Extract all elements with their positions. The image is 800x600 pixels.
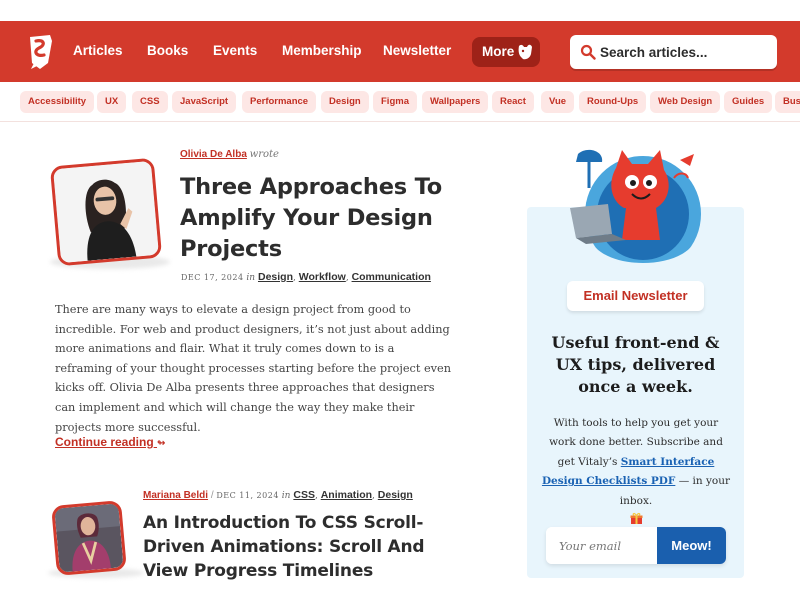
mascot-cat-illustration-icon	[570, 149, 701, 272]
article-2-title-line: View Progress Timelines	[143, 561, 374, 581]
category-link-communication[interactable]: Communication	[352, 271, 431, 283]
email-newsletter-badge[interactable]: Email Newsletter	[567, 281, 704, 311]
byline-separator: /	[210, 490, 214, 501]
tag-wallpapers[interactable]: Wallpapers	[422, 91, 489, 113]
article-2-byline: Mariana Beldi / Dec 11, 2024 in CSS, Ani…	[143, 489, 413, 501]
more-button[interactable]: More	[472, 37, 540, 67]
tag-guides[interactable]: Guides	[724, 91, 773, 113]
search-box[interactable]	[570, 35, 777, 69]
gift-icon	[630, 513, 642, 525]
continue-reading-link[interactable]: Continue reading ↬	[55, 435, 165, 449]
category-link-animation[interactable]: Animation	[321, 489, 372, 501]
cat-paw-icon	[518, 44, 532, 60]
category-link-css[interactable]: CSS	[293, 489, 315, 501]
meta-in: in	[281, 491, 291, 501]
smashing-logo-icon[interactable]	[26, 33, 56, 71]
nav-events[interactable]: Events	[213, 43, 257, 58]
tag-web-design[interactable]: Web Design	[650, 91, 721, 113]
author-photo-image	[53, 160, 159, 264]
tag-round-ups[interactable]: Round-Ups	[579, 91, 647, 113]
tag-react[interactable]: React	[492, 91, 534, 113]
article-2-title-line: Driven Animations: Scroll And	[143, 537, 425, 557]
tag-business[interactable]: Bus	[775, 91, 800, 113]
meta-in: in	[246, 273, 256, 283]
author-photo-image	[54, 503, 124, 573]
tag-css[interactable]: CSS	[132, 91, 168, 113]
category-link-design[interactable]: Design	[258, 271, 293, 283]
meta-comma: ,	[345, 273, 349, 283]
author-avatar-mariana[interactable]	[51, 500, 127, 576]
author-link-olivia[interactable]: Olivia De Alba	[180, 149, 247, 160]
meta-comma: ,	[314, 491, 318, 501]
nav-books[interactable]: Books	[147, 43, 188, 58]
email-input[interactable]	[546, 527, 657, 564]
tag-javascript[interactable]: JavaScript	[172, 91, 237, 113]
meow-subscribe-button[interactable]: Meow!	[657, 527, 726, 564]
tag-figma[interactable]: Figma	[373, 91, 417, 113]
nav-membership[interactable]: Membership	[282, 43, 362, 58]
article-1-title-line: Three Approaches To	[180, 174, 443, 200]
meta-comma: ,	[372, 491, 375, 501]
continue-reading-label: Continue reading	[55, 435, 154, 449]
newsletter-form: Meow!	[546, 527, 726, 564]
nav-newsletter[interactable]: Newsletter	[383, 43, 451, 58]
continue-arrow-icon: ↬	[157, 438, 166, 449]
article-2-meta: Dec 11, 2024 in CSS, Animation, Design	[216, 489, 413, 501]
author-link-mariana[interactable]: Mariana Beldi	[143, 490, 208, 501]
category-link-workflow[interactable]: Workflow	[299, 271, 346, 283]
top-strip	[0, 0, 800, 21]
meta-comma: ,	[293, 273, 296, 283]
author-avatar-olivia[interactable]	[49, 157, 163, 267]
search-icon	[580, 44, 596, 60]
tag-accessibility[interactable]: Accessibility	[20, 91, 95, 113]
site-header: Articles Books Events Membership Newslet…	[0, 21, 800, 82]
tag-vue[interactable]: Vue	[541, 91, 575, 113]
article-1-title-line: Projects	[180, 236, 282, 262]
category-link-design[interactable]: Design	[378, 489, 413, 501]
article-1-byline: Olivia De Alba wrote	[180, 149, 279, 160]
search-input[interactable]	[600, 41, 770, 63]
tag-ux[interactable]: UX	[97, 91, 127, 113]
article-1-meta: Dec 17, 2024 in Design, Workflow, Commun…	[181, 271, 431, 283]
byline-wrote: wrote	[249, 149, 279, 160]
article-1-title[interactable]: Three Approaches To Amplify Your Design …	[180, 172, 510, 265]
nav-articles[interactable]: Articles	[73, 43, 123, 58]
more-label: More	[482, 44, 515, 59]
tag-design[interactable]: Design	[321, 91, 369, 113]
article-1-date: Dec 17, 2024	[181, 273, 244, 282]
newsletter-heading: Useful front-end & UX tips, delivered on…	[551, 333, 720, 396]
tag-performance[interactable]: Performance	[242, 91, 317, 113]
article-1-excerpt: There are many ways to elevate a design …	[55, 303, 451, 434]
article-2-title[interactable]: An Introduction To CSS Scroll- Driven An…	[143, 511, 443, 581]
article-2-date: Dec 11, 2024	[216, 491, 279, 500]
article-2-title-line: An Introduction To CSS Scroll-	[143, 513, 424, 533]
tags-row: Accessibility UX CSS JavaScript Performa…	[0, 82, 800, 122]
newsletter-description: With tools to help you get your work don…	[540, 414, 732, 525]
article-1-title-line: Amplify Your Design	[180, 205, 433, 231]
